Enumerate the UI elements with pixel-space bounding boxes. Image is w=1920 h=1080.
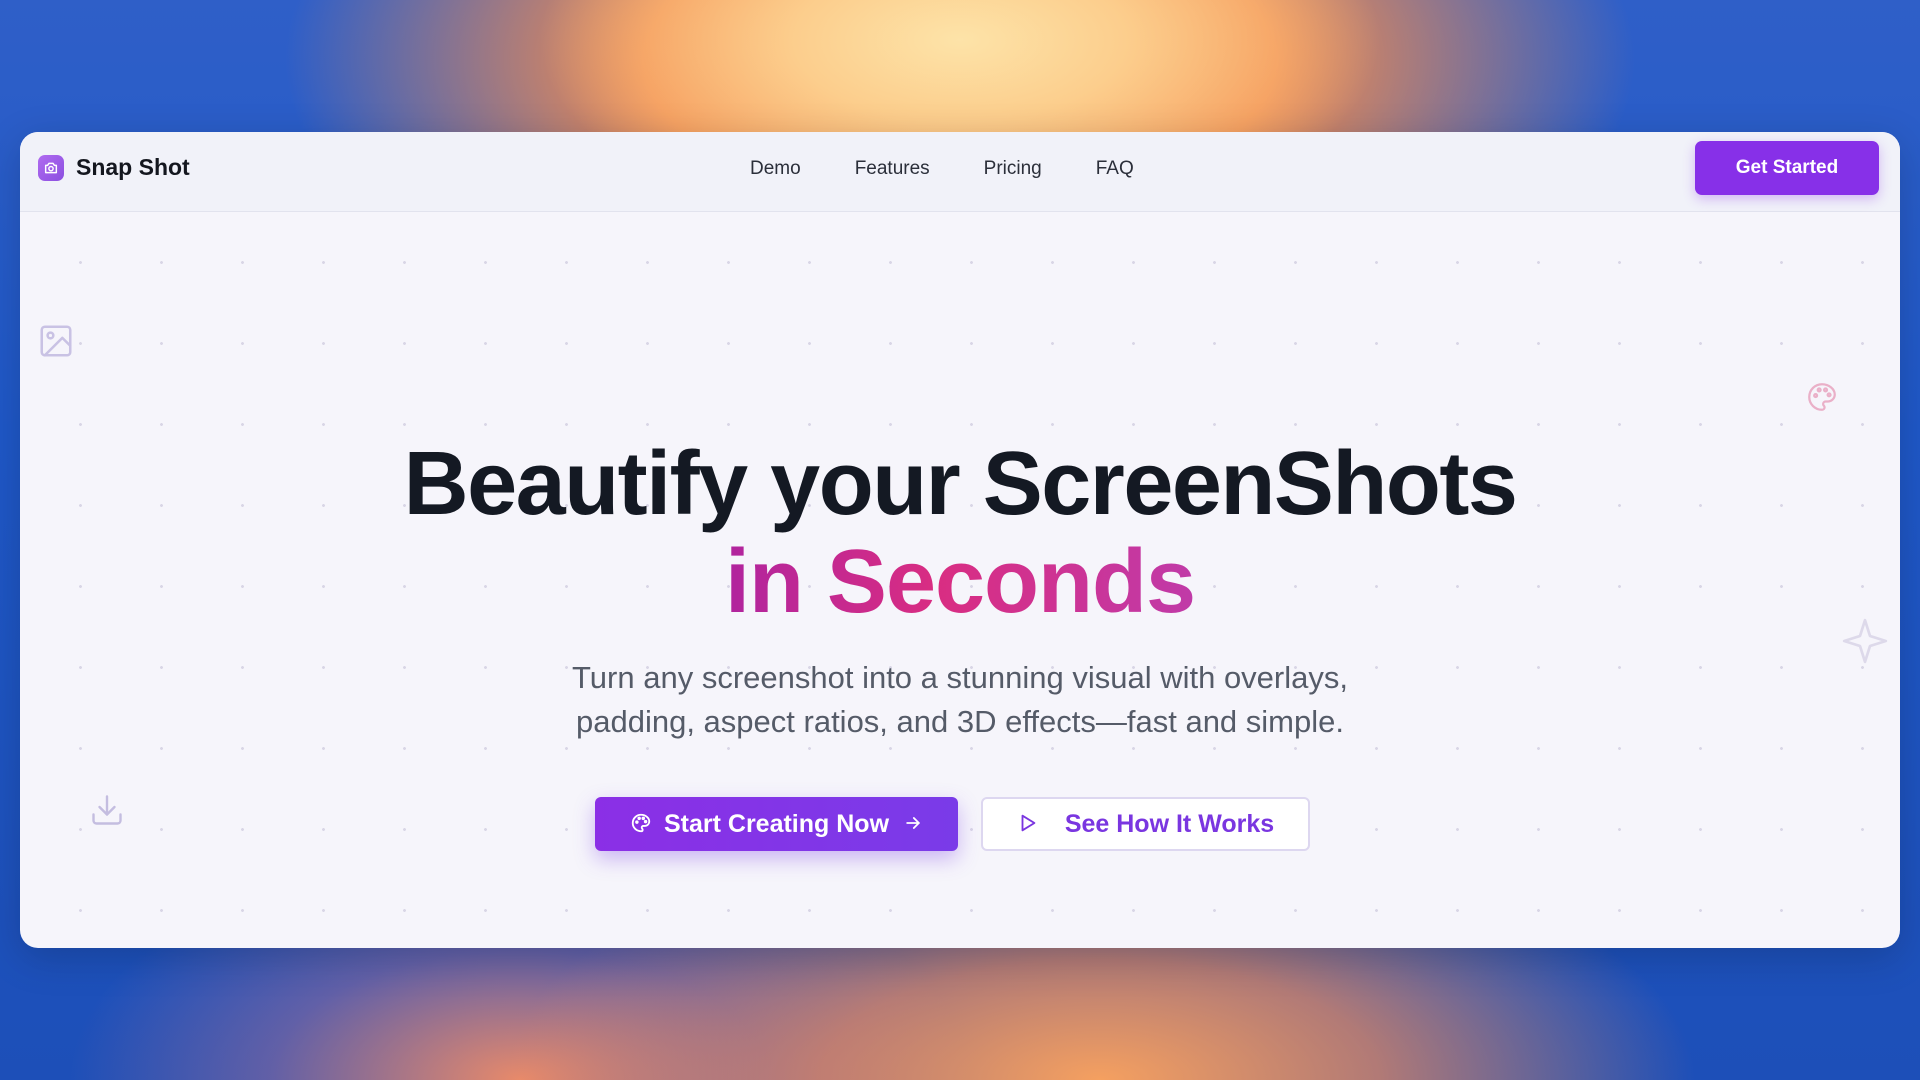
camera-icon xyxy=(38,154,64,181)
download-icon xyxy=(89,792,125,833)
nav-link-faq[interactable]: FAQ xyxy=(1096,158,1134,180)
nav-link-pricing[interactable]: Pricing xyxy=(984,158,1042,180)
hero-subtitle: Turn any screenshot into a stunning visu… xyxy=(20,656,1900,744)
landing-page-window: Snap Shot Demo Features Pricing FAQ Get … xyxy=(20,132,1900,948)
nav-links: Demo Features Pricing FAQ xyxy=(750,158,1188,180)
nav-link-features[interactable]: Features xyxy=(855,158,930,180)
nav-link-demo[interactable]: Demo xyxy=(750,158,801,180)
start-creating-button[interactable]: Start Creating Now xyxy=(595,797,958,851)
start-creating-label: Start Creating Now xyxy=(663,809,890,838)
brand-logo[interactable]: Snap Shot xyxy=(38,154,190,181)
brand-name: Snap Shot xyxy=(76,154,190,180)
get-started-button[interactable]: Get Started xyxy=(1695,141,1879,195)
see-how-it-works-label: See How It Works xyxy=(1064,809,1275,838)
top-navbar: Snap Shot Demo Features Pricing FAQ Get … xyxy=(20,132,1900,212)
play-icon xyxy=(1017,812,1039,837)
arrow-right-icon xyxy=(903,813,923,836)
hero-title-accent: in Seconds xyxy=(20,532,1900,632)
hero-title-accent-text: in Seconds xyxy=(724,532,1196,632)
hero-subtitle-line-2: padding, aspect ratios, and 3D effects—f… xyxy=(576,704,1344,739)
palette-icon xyxy=(1805,380,1839,419)
hero-title: Beautify your ScreenShots xyxy=(403,434,1518,534)
image-icon xyxy=(37,322,75,365)
see-how-it-works-button[interactable]: See How It Works xyxy=(981,797,1310,851)
palette-icon xyxy=(630,812,652,837)
hero-subtitle-line-1: Turn any screenshot into a stunning visu… xyxy=(572,660,1348,695)
